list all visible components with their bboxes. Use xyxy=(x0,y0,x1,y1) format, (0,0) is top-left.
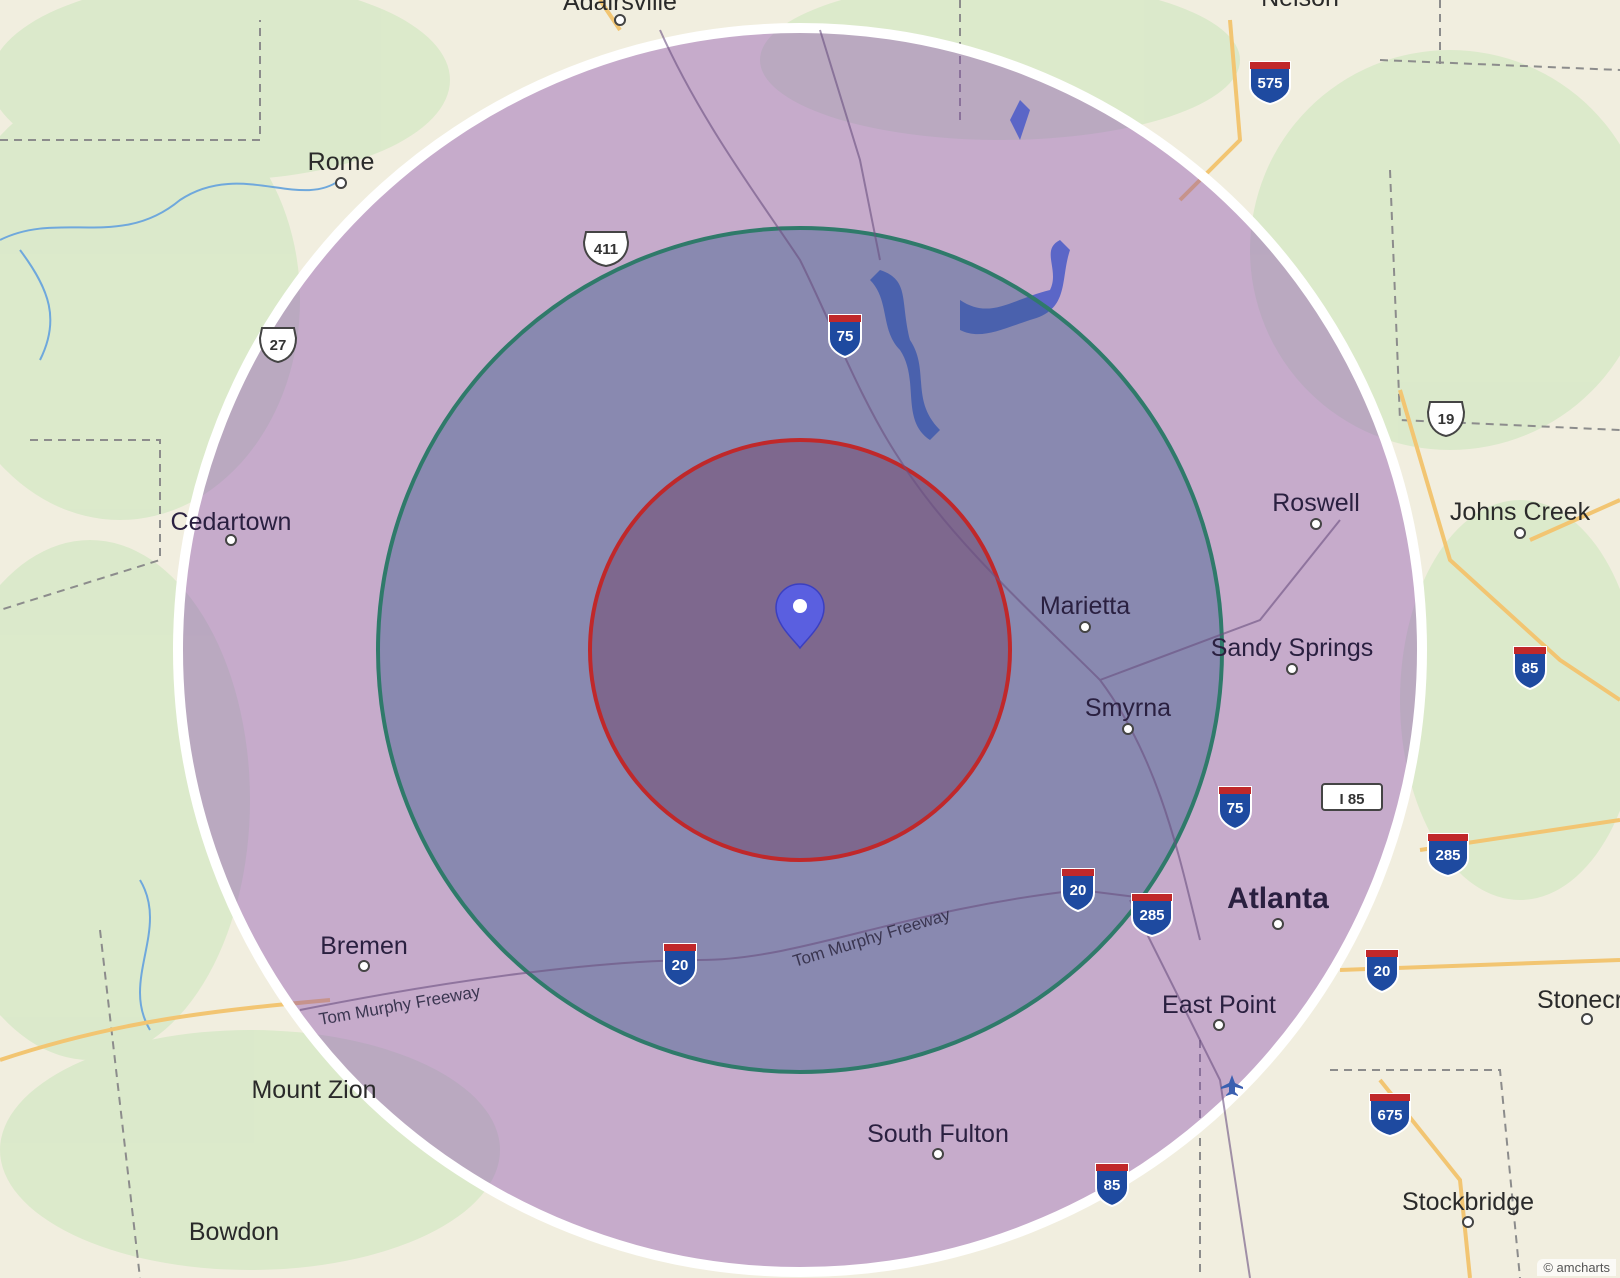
svg-text:675: 675 xyxy=(1377,1107,1402,1124)
svg-text:27: 27 xyxy=(270,337,287,354)
place-label-adairsville: Adairsville xyxy=(563,0,677,16)
place-label-smyrna: Smyrna xyxy=(1085,694,1171,722)
svg-text:75: 75 xyxy=(837,328,854,345)
svg-text:75: 75 xyxy=(1227,800,1244,817)
inner-radius-ring[interactable] xyxy=(588,438,1012,862)
place-label-bowdon: Bowdon xyxy=(189,1218,279,1246)
place-label-atlanta: Atlanta xyxy=(1227,882,1329,915)
place-label-mount-zion: Mount Zion xyxy=(251,1076,376,1104)
place-label-stonecrest: Stonecre xyxy=(1537,986,1620,1014)
interstate-shield-20-center: 20 xyxy=(663,943,697,988)
place-label-rome: Rome xyxy=(308,148,375,176)
interstate-shield-285-east: 285 xyxy=(1427,833,1469,878)
interstate-shield-85-north: 85 xyxy=(1513,646,1547,691)
svg-text:85: 85 xyxy=(1522,660,1539,677)
interstate-shield-575: 575 xyxy=(1249,61,1291,106)
place-label-cedartown: Cedartown xyxy=(171,508,292,536)
interstate-shield-75-south: 75 xyxy=(1218,786,1252,831)
place-label-marietta: Marietta xyxy=(1040,592,1130,620)
place-label-sandy-springs: Sandy Springs xyxy=(1211,634,1374,662)
svg-text:285: 285 xyxy=(1435,847,1460,864)
interstate-shield-85-south: 85 xyxy=(1095,1163,1129,1208)
svg-text:575: 575 xyxy=(1257,75,1282,92)
svg-text:85: 85 xyxy=(1104,1177,1121,1194)
place-label-stockbridge: Stockbridge xyxy=(1402,1188,1534,1216)
place-label-south-fulton: South Fulton xyxy=(867,1120,1009,1148)
boxed-route-label-i85: I 85 xyxy=(1321,783,1383,811)
place-label-roswell: Roswell xyxy=(1272,489,1360,517)
interstate-shield-675: 675 xyxy=(1369,1093,1411,1138)
svg-text:20: 20 xyxy=(672,957,689,974)
svg-text:I 85: I 85 xyxy=(1339,791,1364,808)
interstate-shield-20-east: 20 xyxy=(1061,868,1095,913)
interstate-shield-285-west: 285 xyxy=(1131,893,1173,938)
interstate-shield-20-far-east: 20 xyxy=(1365,949,1399,994)
svg-text:411: 411 xyxy=(594,241,618,258)
svg-text:285: 285 xyxy=(1139,907,1164,924)
place-label-nelson: Nelson xyxy=(1261,0,1339,12)
place-label-johns-creek: Johns Creek xyxy=(1450,498,1591,526)
svg-text:20: 20 xyxy=(1070,882,1087,899)
svg-text:20: 20 xyxy=(1374,963,1391,980)
place-label-east-point: East Point xyxy=(1162,991,1276,1019)
map-canvas[interactable]: Tom Murphy Freeway Tom Murphy Freeway 57… xyxy=(0,0,1620,1278)
map-attribution[interactable]: © amcharts xyxy=(1537,1259,1616,1276)
place-label-bremen: Bremen xyxy=(320,932,408,960)
interstate-shield-75-north: 75 xyxy=(828,314,862,359)
svg-text:19: 19 xyxy=(1438,411,1455,428)
